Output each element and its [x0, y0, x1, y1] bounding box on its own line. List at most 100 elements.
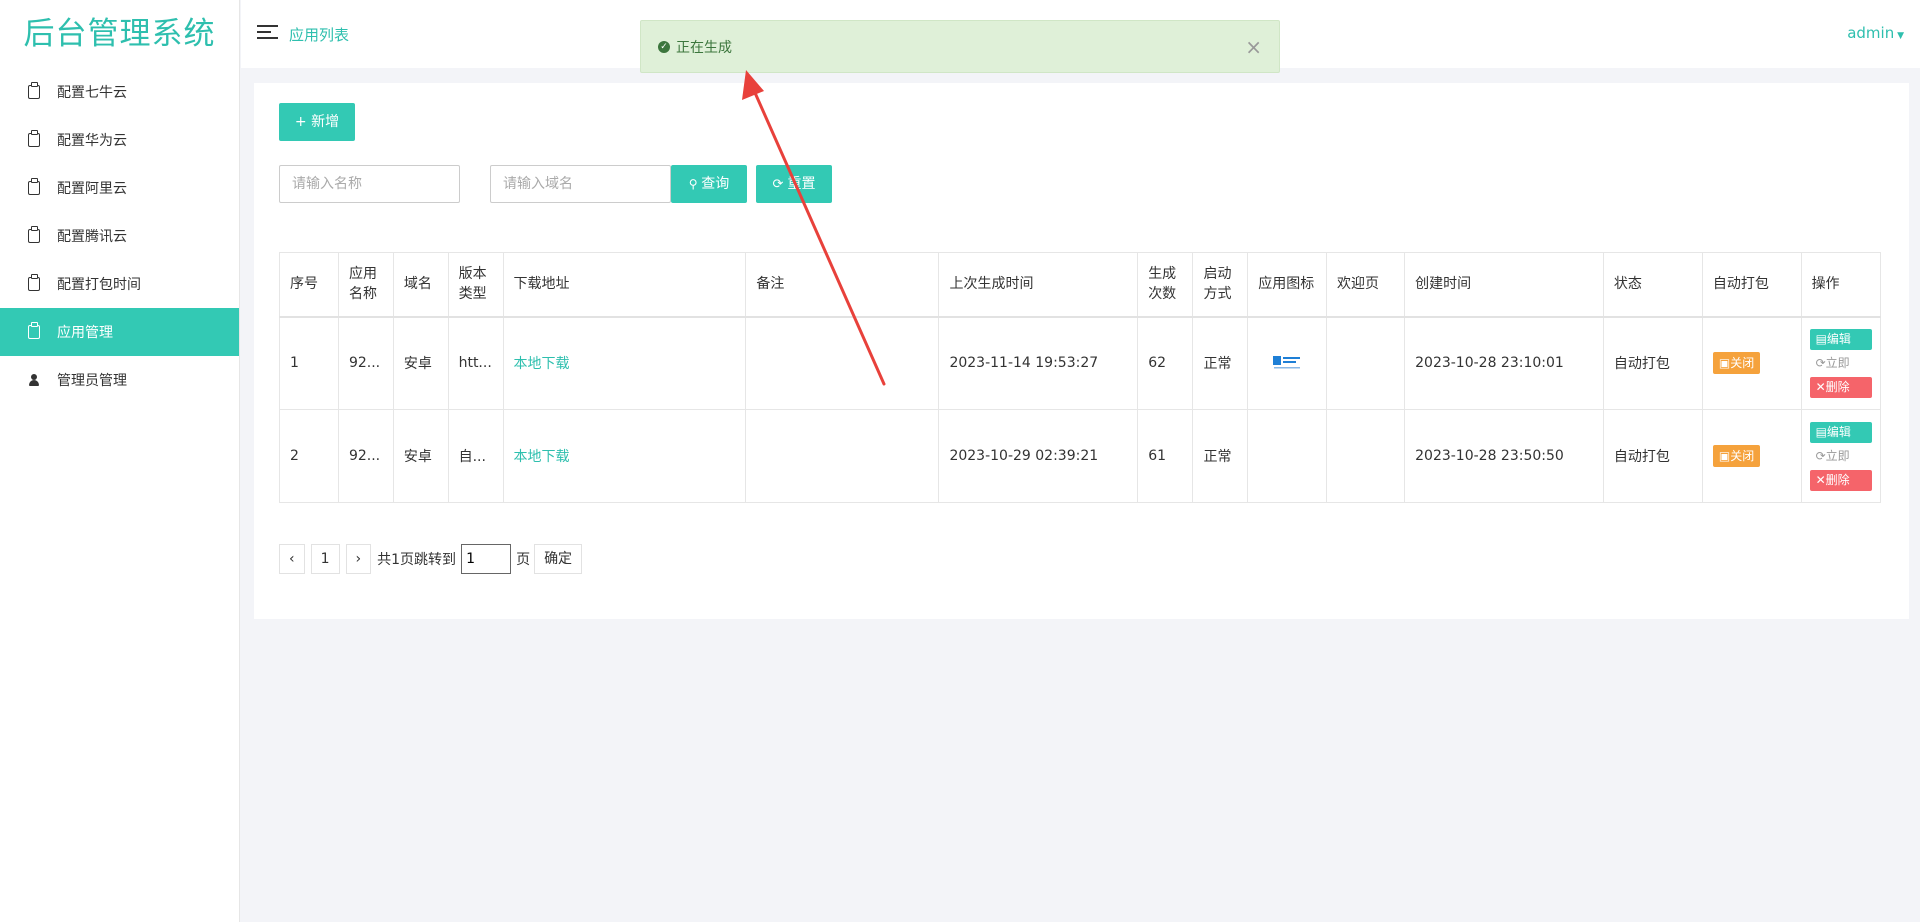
cell-name: 92... [337, 316, 394, 410]
close-square-icon: ▣ [1718, 449, 1731, 463]
clipboard-icon [24, 178, 44, 195]
delete-button[interactable]: ✕删除 [1809, 469, 1872, 491]
cell-remark [745, 409, 940, 503]
page-info: 共1页跳转到 [377, 552, 457, 568]
generate-now-button[interactable]: ⟳立即 [1809, 445, 1872, 467]
delete-button[interactable]: ✕删除 [1809, 376, 1872, 398]
column-header: 欢迎页 [1325, 252, 1406, 317]
reset-button[interactable]: ⟳ 重置 [756, 165, 832, 203]
close-icon: ✕ [1815, 472, 1826, 487]
cell-welcome [1325, 409, 1406, 503]
refresh-icon: ⟳ [772, 177, 788, 192]
column-header: 应用图标 [1247, 252, 1327, 317]
search-icon: ⚲ [688, 177, 702, 191]
column-header: 自动打包 [1701, 252, 1802, 317]
download-link[interactable]: 本地下载 [514, 449, 570, 465]
auto-pack-toggle[interactable]: ▣关闭 [1712, 352, 1761, 375]
sidebar-item-label: 配置打包时间 [57, 277, 141, 293]
sidebar-nav: 配置七牛云 配置华为云 配置阿里云 配置腾讯云 配置打包时间 应用管理 管理员管… [0, 68, 239, 404]
column-header: 版本类型 [447, 252, 504, 317]
edit-label: 编辑 [1826, 331, 1851, 346]
column-header: 应用名称 [337, 252, 394, 317]
download-link[interactable]: 本地下载 [514, 356, 570, 372]
cell-welcome [1325, 316, 1406, 410]
user-name: admin [1847, 24, 1895, 42]
sidebar-item-label: 配置华为云 [57, 133, 127, 149]
sidebar-item-label: 配置七牛云 [57, 85, 127, 101]
column-header: 操作 [1800, 252, 1881, 317]
column-header: 备注 [745, 252, 940, 317]
column-header: 上次生成时间 [938, 252, 1139, 317]
sidebar-item-admin-management[interactable]: 管理员管理 [0, 356, 239, 404]
search-label: 查询 [701, 176, 730, 192]
sidebar-item-pack-time[interactable]: 配置打包时间 [0, 260, 239, 308]
close-square-icon: ▣ [1718, 356, 1731, 371]
cell-domain: 安卓 [392, 409, 449, 503]
cell-app-icon [1247, 316, 1327, 410]
delete-label: 删除 [1825, 379, 1850, 394]
caret-down-icon: ▼ [1894, 31, 1904, 41]
generate-now-label: 立即 [1825, 448, 1850, 463]
app-table-wrapper[interactable]: 序号 应用名称 域名 版本类型 下载地址 备注 上次生成时间 生成次数 启动方式… [279, 252, 1881, 503]
column-header: 启动方式 [1192, 252, 1249, 317]
clipboard-icon [24, 226, 44, 243]
brand-title: 后台管理系统 [23, 16, 216, 52]
sidebar: 后台管理系统 配置七牛云 配置华为云 配置阿里云 配置腾讯云 配置打包时间 应用… [0, 0, 240, 922]
cell-auto-pack: ▣关闭 [1701, 316, 1802, 410]
page-unit: 页 [516, 552, 531, 568]
page-number-button[interactable]: 1 [310, 544, 340, 574]
toast-close-button[interactable]: × [1245, 35, 1262, 59]
cell-version: htt... [447, 316, 504, 410]
sidebar-item-qiniu[interactable]: 配置七牛云 [0, 68, 239, 116]
prev-page-button[interactable]: ‹ [279, 544, 305, 574]
cell-download: 本地下载 [502, 409, 747, 503]
user-menu[interactable]: admin ▼ [1847, 24, 1904, 42]
edit-button[interactable]: ▤编辑 [1809, 328, 1872, 350]
generate-now-button[interactable]: ⟳立即 [1809, 352, 1872, 374]
clipboard-icon [24, 322, 44, 339]
auto-pack-toggle[interactable]: ▣关闭 [1712, 445, 1761, 467]
generate-now-label: 立即 [1825, 355, 1850, 370]
search-button[interactable]: ⚲ 查询 [671, 165, 747, 203]
sidebar-item-label: 配置阿里云 [57, 181, 127, 197]
add-button[interactable]: + 新增 [279, 103, 355, 141]
cell-status: 自动打包 [1602, 316, 1703, 410]
cell-last-gen: 2023-11-14 19:53:27 [938, 316, 1139, 410]
sidebar-item-aliyun[interactable]: 配置阿里云 [0, 164, 239, 212]
column-header: 域名 [392, 252, 449, 317]
cell-ops: ▤编辑 ⟳立即 ✕删除 [1800, 409, 1881, 503]
cell-count: 62 [1137, 316, 1194, 410]
app-logo-icon [1273, 356, 1301, 369]
auto-pack-label: 关闭 [1730, 356, 1755, 371]
table-row: 2 92... 安卓 自... 本地下载 2023-10-29 02:39:21… [279, 409, 1881, 503]
table-row: 1 92... 安卓 htt... 本地下载 2023-11-14 19:53:… [279, 316, 1881, 410]
jump-page-input[interactable] [461, 544, 512, 574]
edit-icon: ▤ [1815, 331, 1827, 346]
page-title[interactable]: 应用列表 [289, 24, 349, 45]
column-header: 创建时间 [1404, 252, 1604, 317]
cell-launch: 正常 [1192, 409, 1249, 503]
edit-icon: ▤ [1815, 424, 1827, 439]
sidebar-item-tencent[interactable]: 配置腾讯云 [0, 212, 239, 260]
cell-created: 2023-10-28 23:10:01 [1404, 316, 1604, 410]
cell-created: 2023-10-28 23:50:50 [1404, 409, 1604, 503]
check-circle-icon: ✓ [658, 40, 670, 53]
column-header: 下载地址 [502, 252, 747, 317]
edit-label: 编辑 [1826, 424, 1851, 439]
cell-ops: ▤编辑 ⟳立即 ✕删除 [1800, 316, 1881, 410]
reset-label: 重置 [787, 176, 816, 192]
cell-auto-pack: ▣关闭 [1701, 409, 1802, 503]
close-icon: ✕ [1815, 379, 1826, 394]
name-search-input[interactable] [279, 165, 460, 203]
cell-download: 本地下载 [502, 316, 747, 410]
next-page-button[interactable]: › [345, 544, 372, 574]
sidebar-item-label: 应用管理 [57, 325, 113, 341]
sidebar-item-app-management[interactable]: 应用管理 [0, 308, 239, 356]
confirm-jump-button[interactable]: 确定 [534, 544, 583, 574]
domain-search-input[interactable] [490, 165, 671, 203]
sidebar-item-huawei[interactable]: 配置华为云 [0, 116, 239, 164]
edit-button[interactable]: ▤编辑 [1809, 421, 1872, 443]
cell-name: 92... [337, 409, 394, 503]
menu-toggle-icon[interactable] [257, 25, 278, 41]
cell-last-gen: 2023-10-29 02:39:21 [938, 409, 1139, 503]
